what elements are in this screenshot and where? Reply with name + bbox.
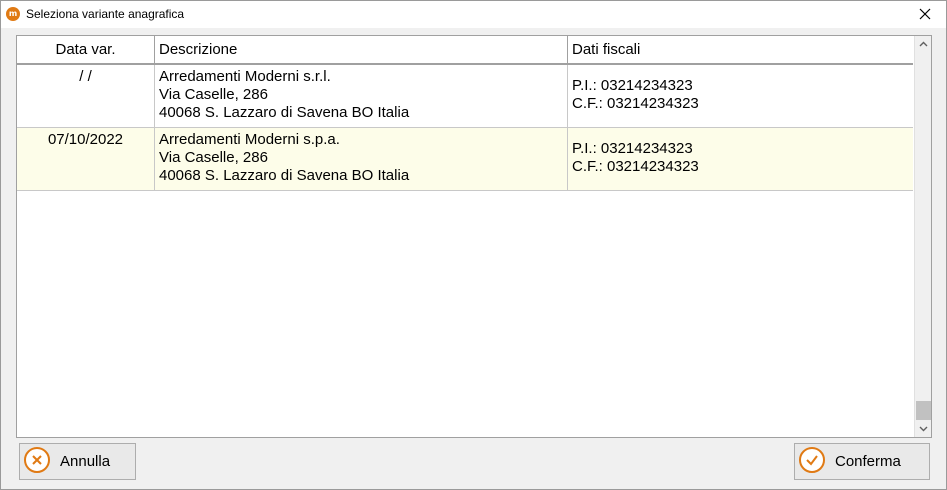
cell-date: 07/10/2022 <box>17 128 155 191</box>
checkmark-icon <box>799 447 825 473</box>
cell-fiscal: P.I.: 03214234323 C.F.: 03214234323 <box>568 128 913 191</box>
table-row-selected[interactable]: 07/10/2022 Arredamenti Moderni s.p.a. Vi… <box>17 128 913 191</box>
chevron-down-icon <box>919 426 928 432</box>
cell-date: / / <box>17 65 155 128</box>
close-icon <box>919 8 931 20</box>
table-row[interactable]: / / Arredamenti Moderni s.r.l. Via Casel… <box>17 65 913 128</box>
tax-code: C.F.: 03214234323 <box>572 95 699 112</box>
scroll-down-button[interactable] <box>915 420 931 437</box>
column-header-fiscal[interactable]: Dati fiscali <box>568 36 913 63</box>
close-button[interactable] <box>914 4 936 24</box>
title-bar: m Seleziona variante anagrafica <box>1 1 946 28</box>
address-city: 40068 S. Lazzaro di Savena BO Italia <box>159 167 410 184</box>
dialog-window: m Seleziona variante anagrafica Data var… <box>0 0 947 490</box>
vat-number: P.I.: 03214234323 <box>572 140 693 157</box>
column-header-date[interactable]: Data var. <box>17 36 155 63</box>
scroll-up-button[interactable] <box>915 36 931 53</box>
confirm-label: Conferma <box>835 453 901 470</box>
cell-fiscal: P.I.: 03214234323 C.F.: 03214234323 <box>568 65 913 128</box>
confirm-button[interactable]: Conferma <box>794 443 930 480</box>
chevron-up-icon <box>919 41 928 47</box>
cell-description: Arredamenti Moderni s.p.a. Via Caselle, … <box>155 128 568 191</box>
date-text: / / <box>79 68 92 85</box>
date-text: 07/10/2022 <box>47 131 124 148</box>
address-street: Via Caselle, 286 <box>159 86 268 103</box>
table-header: Data var. Descrizione Dati fiscali <box>17 36 913 65</box>
cell-description: Arredamenti Moderni s.r.l. Via Caselle, … <box>155 65 568 128</box>
address-city: 40068 S. Lazzaro di Savena BO Italia <box>159 104 410 121</box>
column-header-description[interactable]: Descrizione <box>155 36 568 63</box>
cancel-icon <box>24 447 50 473</box>
variants-table: Data var. Descrizione Dati fiscali / / A… <box>16 35 932 438</box>
window-title: Seleziona variante anagrafica <box>26 7 185 21</box>
scroll-thumb[interactable] <box>916 401 931 420</box>
tax-code: C.F.: 03214234323 <box>572 158 699 175</box>
address-street: Via Caselle, 286 <box>159 149 268 166</box>
app-logo-icon: m <box>6 7 20 21</box>
vat-number: P.I.: 03214234323 <box>572 77 693 94</box>
company-name: Arredamenti Moderni s.p.a. <box>159 131 340 148</box>
cancel-button[interactable]: Annulla <box>19 443 136 480</box>
company-name: Arredamenti Moderni s.r.l. <box>159 68 331 85</box>
vertical-scrollbar[interactable] <box>914 36 931 437</box>
cancel-label: Annulla <box>60 453 111 470</box>
